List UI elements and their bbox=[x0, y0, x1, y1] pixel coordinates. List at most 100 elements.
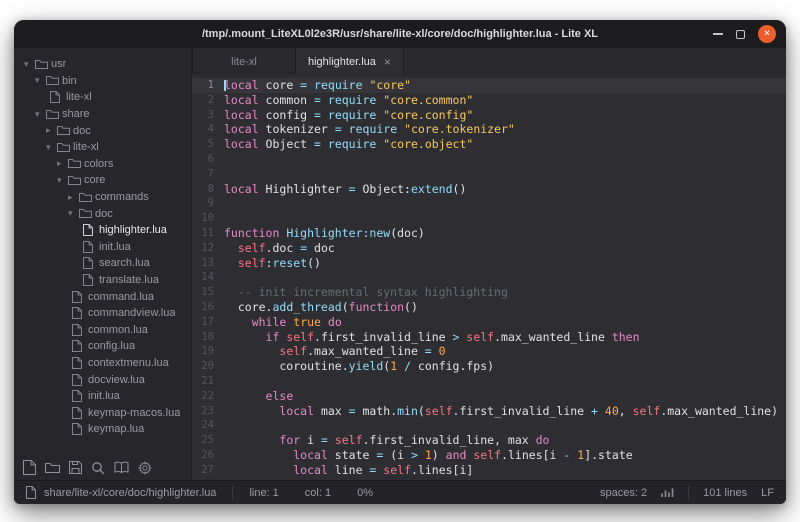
status-file-path: share/lite-xl/core/doc/highlighter.lua bbox=[44, 487, 216, 499]
open-folder-icon[interactable] bbox=[45, 462, 60, 474]
line-number: 26 bbox=[192, 448, 224, 463]
tree-item-label: docview.lua bbox=[88, 374, 145, 386]
code-line-11[interactable]: 11function Highlighter:new(doc) bbox=[192, 226, 786, 241]
minimize-button[interactable] bbox=[713, 33, 723, 35]
chevron-right-icon: ▸ bbox=[68, 193, 79, 202]
code-line-19[interactable]: 19 self.max_wanted_line = 0 bbox=[192, 344, 786, 359]
tree-item-config-lua[interactable]: config.lua bbox=[14, 338, 191, 355]
file-icon bbox=[50, 91, 66, 103]
code-line-9[interactable]: 9 bbox=[192, 196, 786, 211]
line-number: 16 bbox=[192, 300, 224, 315]
code-text: local max = math.min(self.first_invalid_… bbox=[224, 404, 778, 419]
code-line-1[interactable]: 1local core = require "core" bbox=[192, 78, 786, 93]
close-button[interactable]: × bbox=[758, 25, 776, 43]
tree-item-doc[interactable]: ▸doc bbox=[14, 122, 191, 139]
line-number: 24 bbox=[192, 418, 224, 433]
titlebar[interactable]: /tmp/.mount_LiteXL0l2e3R/usr/share/lite-… bbox=[14, 20, 786, 48]
tree-item-label: highlighter.lua bbox=[99, 224, 167, 236]
code-line-23[interactable]: 23 local max = math.min(self.first_inval… bbox=[192, 404, 786, 419]
tree-item-init-lua[interactable]: init.lua bbox=[14, 239, 191, 256]
code-line-21[interactable]: 21 bbox=[192, 374, 786, 389]
line-number: 23 bbox=[192, 404, 224, 419]
file-icon bbox=[83, 274, 99, 286]
tree-item-core[interactable]: ▾core bbox=[14, 172, 191, 189]
file-icon bbox=[72, 357, 88, 369]
code-line-16[interactable]: 16 core.add_thread(function() bbox=[192, 300, 786, 315]
tree-item-lite-xl[interactable]: lite-xl bbox=[14, 89, 191, 106]
code-line-3[interactable]: 3local config = require "core.config" bbox=[192, 108, 786, 123]
tab-highlighter-lua[interactable]: highlighter.lua× bbox=[296, 48, 404, 75]
tree-item-label: init.lua bbox=[99, 241, 131, 253]
tree-item-keymap-macos-lua[interactable]: keymap-macos.lua bbox=[14, 404, 191, 421]
chevron-down-icon: ▾ bbox=[46, 143, 57, 152]
tree-item-colors[interactable]: ▸colors bbox=[14, 156, 191, 173]
line-number: 6 bbox=[192, 152, 224, 167]
code-line-24[interactable]: 24 bbox=[192, 418, 786, 433]
tree-item-label: bin bbox=[62, 75, 77, 87]
code-line-18[interactable]: 18 if self.first_invalid_line > self.max… bbox=[192, 330, 786, 345]
code-line-17[interactable]: 17 while true do bbox=[192, 315, 786, 330]
code-line-22[interactable]: 22 else bbox=[192, 389, 786, 404]
code-text: local common = require "core.common" bbox=[224, 93, 473, 108]
code-text: while true do bbox=[224, 315, 342, 330]
code-area[interactable]: 1local core = require "core"2local commo… bbox=[192, 75, 786, 480]
code-line-8[interactable]: 8local Highlighter = Object:extend() bbox=[192, 182, 786, 197]
tree-item-share[interactable]: ▾share bbox=[14, 106, 191, 123]
file-icon bbox=[72, 340, 88, 352]
tree-item-doc[interactable]: ▾doc bbox=[14, 205, 191, 222]
tree-item-commandview-lua[interactable]: commandview.lua bbox=[14, 305, 191, 322]
status-line-indicator: line: 1 bbox=[249, 487, 278, 499]
code-line-13[interactable]: 13 self:reset() bbox=[192, 256, 786, 271]
tab-close-icon[interactable]: × bbox=[384, 56, 391, 68]
code-line-7[interactable]: 7 bbox=[192, 167, 786, 182]
save-icon[interactable] bbox=[69, 461, 82, 474]
tree-item-command-lua[interactable]: command.lua bbox=[14, 288, 191, 305]
line-number: 13 bbox=[192, 256, 224, 271]
settings-icon[interactable] bbox=[138, 461, 152, 475]
file-icon bbox=[26, 486, 36, 499]
status-line-ending[interactable]: LF bbox=[761, 487, 774, 499]
folder-icon bbox=[57, 142, 73, 153]
book-icon[interactable] bbox=[114, 461, 129, 474]
tree-item-search-lua[interactable]: search.lua bbox=[14, 255, 191, 272]
code-line-12[interactable]: 12 self.doc = doc bbox=[192, 241, 786, 256]
code-line-27[interactable]: 27 local line = self.lines[i] bbox=[192, 463, 786, 478]
folder-icon bbox=[46, 75, 62, 86]
code-text: self.max_wanted_line = 0 bbox=[224, 344, 446, 359]
litexl-window: /tmp/.mount_LiteXL0l2e3R/usr/share/lite-… bbox=[14, 20, 786, 504]
maximize-button[interactable] bbox=[736, 30, 745, 39]
tree-item-lite-xl[interactable]: ▾lite-xl bbox=[14, 139, 191, 156]
tab-lite-xl[interactable]: lite-xl bbox=[192, 48, 296, 75]
code-line-14[interactable]: 14 bbox=[192, 270, 786, 285]
tree-item-common-lua[interactable]: common.lua bbox=[14, 322, 191, 339]
code-line-6[interactable]: 6 bbox=[192, 152, 786, 167]
code-line-25[interactable]: 25 for i = self.first_invalid_line, max … bbox=[192, 433, 786, 448]
code-line-10[interactable]: 10 bbox=[192, 211, 786, 226]
status-divider bbox=[232, 486, 233, 499]
tree-item-label: contextmenu.lua bbox=[88, 357, 169, 369]
code-line-20[interactable]: 20 coroutine.yield(1 / config.fps) bbox=[192, 359, 786, 374]
code-text: local state = (i > 1) and self.lines[i -… bbox=[224, 448, 633, 463]
code-line-26[interactable]: 26 local state = (i > 1) and self.lines[… bbox=[192, 448, 786, 463]
search-icon[interactable] bbox=[91, 461, 105, 475]
tree-item-usr[interactable]: ▾usr bbox=[14, 56, 191, 73]
tree-item-keymap-lua[interactable]: keymap.lua bbox=[14, 421, 191, 438]
new-file-icon[interactable] bbox=[23, 460, 36, 475]
line-number: 3 bbox=[192, 108, 224, 123]
tree-item-docview-lua[interactable]: docview.lua bbox=[14, 371, 191, 388]
tree-item-highlighter-lua[interactable]: highlighter.lua bbox=[14, 222, 191, 239]
code-line-15[interactable]: 15 -- init incremental syntax highlighti… bbox=[192, 285, 786, 300]
status-spaces-setting[interactable]: spaces: 2 bbox=[600, 487, 647, 499]
line-number: 12 bbox=[192, 241, 224, 256]
code-line-5[interactable]: 5local Object = require "core.object" bbox=[192, 137, 786, 152]
code-line-2[interactable]: 2local common = require "core.common" bbox=[192, 93, 786, 108]
tree-item-init-lua[interactable]: init.lua bbox=[14, 388, 191, 405]
code-line-4[interactable]: 4local tokenizer = require "core.tokeniz… bbox=[192, 122, 786, 137]
tree-item-contextmenu-lua[interactable]: contextmenu.lua bbox=[14, 355, 191, 372]
chevron-down-icon: ▾ bbox=[35, 110, 46, 119]
code-text: self.doc = doc bbox=[224, 241, 335, 256]
tree-item-commands[interactable]: ▸commands bbox=[14, 189, 191, 206]
tree-item-bin[interactable]: ▾bin bbox=[14, 73, 191, 90]
status-col-indicator: col: 1 bbox=[305, 487, 331, 499]
tree-item-translate-lua[interactable]: translate.lua bbox=[14, 272, 191, 289]
